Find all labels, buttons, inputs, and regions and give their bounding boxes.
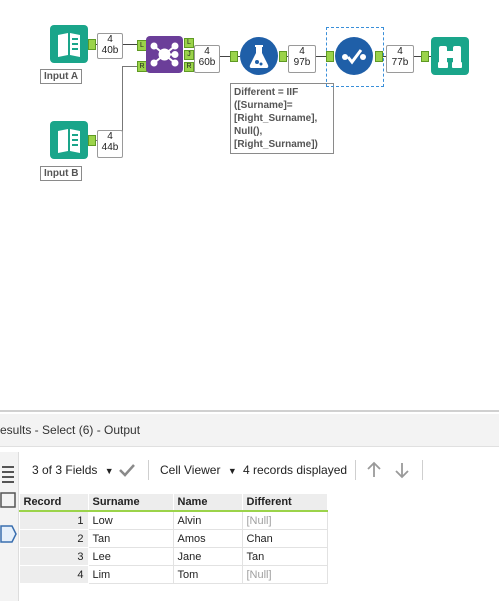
list-view-icon[interactable] [0, 460, 18, 490]
different-cell[interactable]: Tan [241, 547, 328, 566]
input-b-tool[interactable] [50, 121, 88, 159]
surname-cell[interactable]: Lee [87, 547, 174, 566]
select-input-anchor[interactable] [326, 51, 334, 62]
dropdown-icon: ▼ [104, 466, 114, 476]
different-cell[interactable]: Chan [241, 529, 328, 548]
conn-select-stats: 4 77b [386, 45, 414, 73]
tag-view-icon[interactable] [0, 522, 18, 546]
input-a-label: Input A [40, 69, 83, 84]
formula-annotation: Different = IIF ([Surname]= [Right_Surna… [230, 83, 334, 154]
flask-icon [249, 45, 269, 68]
table-row[interactable]: 2 Tan Amos Chan [19, 529, 328, 548]
connector-b-vertical [122, 66, 123, 140]
results-panel: esults - Select (6) - Output 3 of 3 Fiel… [0, 410, 499, 601]
record-cell: 3 [19, 547, 89, 566]
formula-tool[interactable] [240, 37, 278, 75]
results-left-strip [0, 452, 19, 601]
cell-viewer-selector[interactable]: Cell Viewer ▼ [160, 454, 237, 486]
browse-input-anchor[interactable] [421, 51, 429, 62]
join-out-r-anchor[interactable]: R [184, 62, 194, 72]
surname-cell[interactable]: Lim [87, 565, 174, 584]
table-row[interactable]: 4 Lim Tom [Null] [19, 565, 328, 584]
conn-formula-stats: 4 97b [288, 45, 316, 73]
table-row[interactable]: 3 Lee Jane Tan [19, 547, 328, 566]
results-grid: Record Surname Name Different 1 Low Alvi… [19, 494, 328, 584]
column-header-record[interactable]: Record [19, 494, 89, 512]
name-cell[interactable]: Alvin [172, 510, 243, 530]
select-tool[interactable] [335, 37, 373, 75]
column-header-name[interactable]: Name [173, 494, 243, 512]
input-a-tool[interactable] [50, 25, 88, 63]
name-cell[interactable]: Amos [172, 529, 243, 548]
formula-input-anchor[interactable] [230, 51, 238, 62]
toolbar-separator [422, 460, 423, 480]
input-a-output-anchor[interactable] [88, 39, 96, 50]
join-out-j-anchor[interactable]: J [184, 50, 194, 60]
name-cell[interactable]: Jane [172, 547, 243, 566]
binoculars-icon [438, 46, 462, 68]
name-cell[interactable]: Tom [172, 565, 243, 584]
input-b-output-anchor[interactable] [88, 135, 96, 146]
book-icon [58, 129, 80, 153]
join-icon [150, 42, 179, 67]
fields-selector[interactable]: 3 of 3 Fields ▼ [32, 454, 114, 486]
fields-check-icon[interactable] [118, 461, 136, 479]
formula-output-anchor[interactable] [279, 51, 287, 62]
select-output-anchor[interactable] [375, 51, 383, 62]
conn-b-stats: 4 44b [97, 130, 123, 158]
different-cell[interactable]: [Null] [241, 510, 328, 530]
join-out-l-anchor[interactable]: L [184, 38, 194, 48]
toolbar-separator [148, 460, 149, 480]
results-toolbar: 3 of 3 Fields ▼ Cell Viewer ▼ 4 records … [18, 454, 499, 486]
toolbar-separator [355, 460, 356, 480]
records-displayed: 4 records displayed [243, 463, 348, 477]
different-cell[interactable]: [Null] [241, 565, 328, 584]
results-title-bar: esults - Select (6) - Output [0, 414, 499, 447]
column-header-different[interactable]: Different [242, 494, 328, 512]
dropdown-icon: ▼ [227, 466, 237, 476]
conn-join-stats: 4 60b [194, 45, 220, 73]
arrow-down-icon[interactable] [394, 461, 410, 479]
results-title: esults - Select (6) - Output [0, 423, 141, 437]
input-b-label: Input B [40, 166, 83, 181]
join-tool[interactable] [146, 36, 183, 73]
header-row: Record Surname Name Different [19, 494, 328, 512]
table-row[interactable]: 1 Low Alvin [Null] [19, 510, 328, 530]
column-header-surname[interactable]: Surname [88, 494, 174, 512]
metadata-view-icon[interactable] [0, 490, 18, 512]
checkmark-circle-icon [342, 49, 366, 65]
record-cell: 4 [19, 565, 89, 584]
workflow-canvas[interactable]: Input A 4 40b Input B 4 44b L R L J R 4 … [0, 0, 499, 410]
arrow-up-icon[interactable] [366, 461, 382, 479]
record-cell: 2 [19, 529, 89, 548]
surname-cell[interactable]: Tan [87, 529, 174, 548]
surname-cell[interactable]: Low [87, 510, 174, 530]
browse-tool[interactable] [431, 37, 469, 75]
record-cell: 1 [19, 510, 89, 530]
book-icon [58, 33, 80, 57]
conn-a-stats: 4 40b [97, 33, 123, 59]
